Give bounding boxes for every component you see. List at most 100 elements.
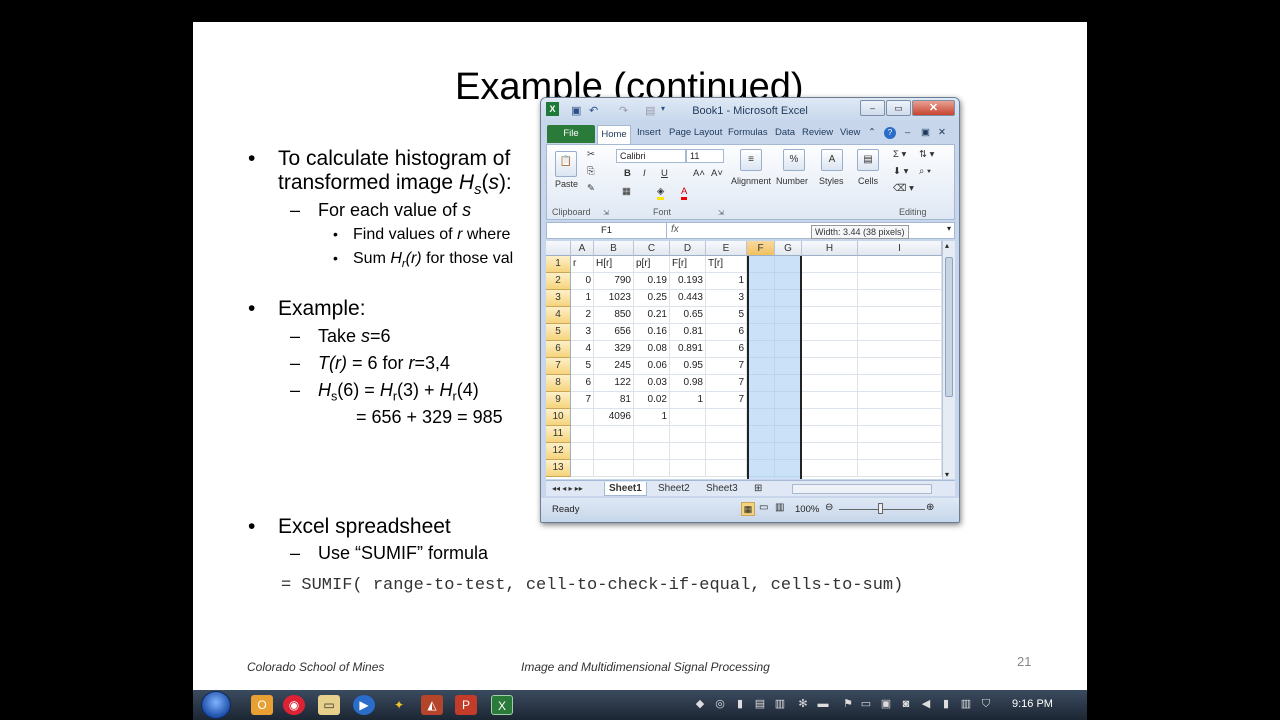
cell-h2[interactable] bbox=[802, 273, 858, 290]
cell-c7[interactable]: 0.06 bbox=[634, 358, 670, 375]
worksheet-grid[interactable]: A B C D E F G H I 1 r H[r] p[r] F[r] T[r] 2 0 790 0.19 0.19… bbox=[546, 241, 942, 479]
cell-d4[interactable]: 0.65 bbox=[670, 307, 706, 324]
cell-d12[interactable] bbox=[670, 443, 706, 460]
cell-i10[interactable] bbox=[858, 409, 942, 426]
cell-i12[interactable] bbox=[858, 443, 942, 460]
column-header-c[interactable]: C bbox=[634, 241, 670, 256]
zoom-in-icon[interactable]: ⊕ bbox=[926, 502, 934, 513]
cell-h4[interactable] bbox=[802, 307, 858, 324]
cell-i5[interactable] bbox=[858, 324, 942, 341]
cells-button[interactable]: Cells bbox=[858, 176, 878, 186]
font-launcher-icon[interactable]: ⇲ bbox=[718, 209, 724, 217]
column-header-f[interactable]: F bbox=[747, 241, 775, 256]
cell-h6[interactable] bbox=[802, 341, 858, 358]
font-name-box[interactable]: Calibri bbox=[616, 149, 686, 163]
cell-c1[interactable]: p[r] bbox=[634, 256, 670, 273]
row-header[interactable]: 13 bbox=[546, 460, 571, 477]
cell-e5[interactable]: 6 bbox=[706, 324, 747, 341]
alignment-icon[interactable]: ≡ bbox=[740, 149, 762, 171]
cell-b8[interactable]: 122 bbox=[594, 375, 634, 392]
outlook-icon[interactable]: O bbox=[251, 695, 273, 715]
minimize-ribbon-icon[interactable]: ⌃ bbox=[868, 127, 876, 138]
cell-h12[interactable] bbox=[802, 443, 858, 460]
media-player-icon[interactable]: ▶ bbox=[353, 695, 375, 715]
cell-b2[interactable]: 790 bbox=[594, 273, 634, 290]
copy-icon[interactable]: ⎘ bbox=[587, 166, 595, 177]
decrease-font-icon[interactable]: A˅ bbox=[711, 168, 723, 179]
cell-c13[interactable] bbox=[634, 460, 670, 477]
network-icon[interactable]: ▥ bbox=[959, 696, 973, 712]
column-header-e[interactable]: E bbox=[706, 241, 747, 256]
cell-h10[interactable] bbox=[802, 409, 858, 426]
format-painter-icon[interactable]: ✎ bbox=[587, 183, 595, 194]
zoom-level[interactable]: 100% bbox=[795, 504, 819, 515]
cell-c4[interactable]: 0.21 bbox=[634, 307, 670, 324]
cell-a5[interactable]: 3 bbox=[571, 324, 594, 341]
cell-i11[interactable] bbox=[858, 426, 942, 443]
page-break-view-icon[interactable]: ▥ bbox=[775, 502, 784, 513]
tray-icon-7[interactable]: ▬ bbox=[816, 696, 830, 712]
cell-c11[interactable] bbox=[634, 426, 670, 443]
cell-b10[interactable]: 4096 bbox=[594, 409, 634, 426]
excel-taskbar-icon[interactable]: X bbox=[491, 695, 513, 715]
borders-icon[interactable]: ▦ bbox=[622, 186, 631, 197]
fill-color-icon[interactable]: ◈ bbox=[657, 186, 665, 200]
cell-e3[interactable]: 3 bbox=[706, 290, 747, 307]
cell-a13[interactable] bbox=[571, 460, 594, 477]
cell-b11[interactable] bbox=[594, 426, 634, 443]
cell-i4[interactable] bbox=[858, 307, 942, 324]
tab-page-layout[interactable]: Page Layout bbox=[669, 127, 722, 138]
help-icon[interactable]: ? bbox=[884, 127, 896, 139]
cell-c2[interactable]: 0.19 bbox=[634, 273, 670, 290]
volume-icon[interactable]: ◀ bbox=[919, 696, 933, 712]
tray-icon-1[interactable]: ◆ bbox=[693, 696, 707, 712]
cell-e2[interactable]: 1 bbox=[706, 273, 747, 290]
row-header[interactable]: 1 bbox=[546, 256, 571, 273]
bold-icon[interactable]: B bbox=[624, 168, 631, 179]
doc-close-icon[interactable]: ✕ bbox=[938, 127, 946, 138]
cell-a4[interactable]: 2 bbox=[571, 307, 594, 324]
clear-icon[interactable]: ⌫ ▾ bbox=[893, 183, 914, 194]
cell-b9[interactable]: 81 bbox=[594, 392, 634, 409]
cell-c6[interactable]: 0.08 bbox=[634, 341, 670, 358]
cell-b13[interactable] bbox=[594, 460, 634, 477]
cell-b6[interactable]: 329 bbox=[594, 341, 634, 358]
cell-c3[interactable]: 0.25 bbox=[634, 290, 670, 307]
cell-i6[interactable] bbox=[858, 341, 942, 358]
tray-icon-3[interactable]: ▮ bbox=[733, 696, 747, 712]
title-bar[interactable]: X ▣ ↶ ↷ ▤ ▾ Book1 - Microsoft Excel – ▭ … bbox=[541, 98, 959, 123]
zoom-out-icon[interactable]: ⊖ bbox=[825, 502, 833, 513]
cell-i7[interactable] bbox=[858, 358, 942, 375]
row-header[interactable]: 3 bbox=[546, 290, 571, 307]
zoom-slider-thumb[interactable] bbox=[878, 503, 883, 514]
scroll-down-icon[interactable]: ▾ bbox=[945, 470, 949, 479]
pin-icon[interactable]: ✦ bbox=[388, 695, 410, 715]
minimize-button[interactable]: – bbox=[860, 100, 885, 116]
cell-b4[interactable]: 850 bbox=[594, 307, 634, 324]
column-header-i[interactable]: I bbox=[858, 241, 942, 256]
powerpoint-icon[interactable]: P bbox=[455, 695, 477, 715]
cell-e1[interactable]: T[r] bbox=[706, 256, 747, 273]
scroll-up-icon[interactable]: ▴ bbox=[945, 241, 949, 250]
column-header-g[interactable]: G bbox=[775, 241, 802, 256]
cell-e9[interactable]: 7 bbox=[706, 392, 747, 409]
cell-c12[interactable] bbox=[634, 443, 670, 460]
cell-a1[interactable]: r bbox=[571, 256, 594, 273]
matlab-icon[interactable]: ◭ bbox=[421, 695, 443, 715]
italic-icon[interactable]: I bbox=[643, 168, 646, 179]
name-box[interactable]: F1 bbox=[547, 223, 667, 238]
column-header-d[interactable]: D bbox=[670, 241, 706, 256]
normal-view-icon[interactable]: ▦ bbox=[741, 502, 755, 516]
scroll-thumb[interactable] bbox=[945, 257, 953, 397]
cell-d5[interactable]: 0.81 bbox=[670, 324, 706, 341]
find-select-icon[interactable]: ⌕ ▾ bbox=[919, 166, 931, 177]
cell-c10[interactable]: 1 bbox=[634, 409, 670, 426]
underline-icon[interactable]: U bbox=[661, 168, 668, 179]
cell-d9[interactable]: 1 bbox=[670, 392, 706, 409]
insert-function-icon[interactable]: fx bbox=[671, 224, 679, 235]
select-all-corner[interactable] bbox=[546, 241, 571, 256]
sheet-tab-sheet2[interactable]: Sheet2 bbox=[654, 482, 694, 496]
doc-minimize-icon[interactable]: – bbox=[905, 127, 910, 138]
cell-d6[interactable]: 0.891 bbox=[670, 341, 706, 358]
cell-e11[interactable] bbox=[706, 426, 747, 443]
